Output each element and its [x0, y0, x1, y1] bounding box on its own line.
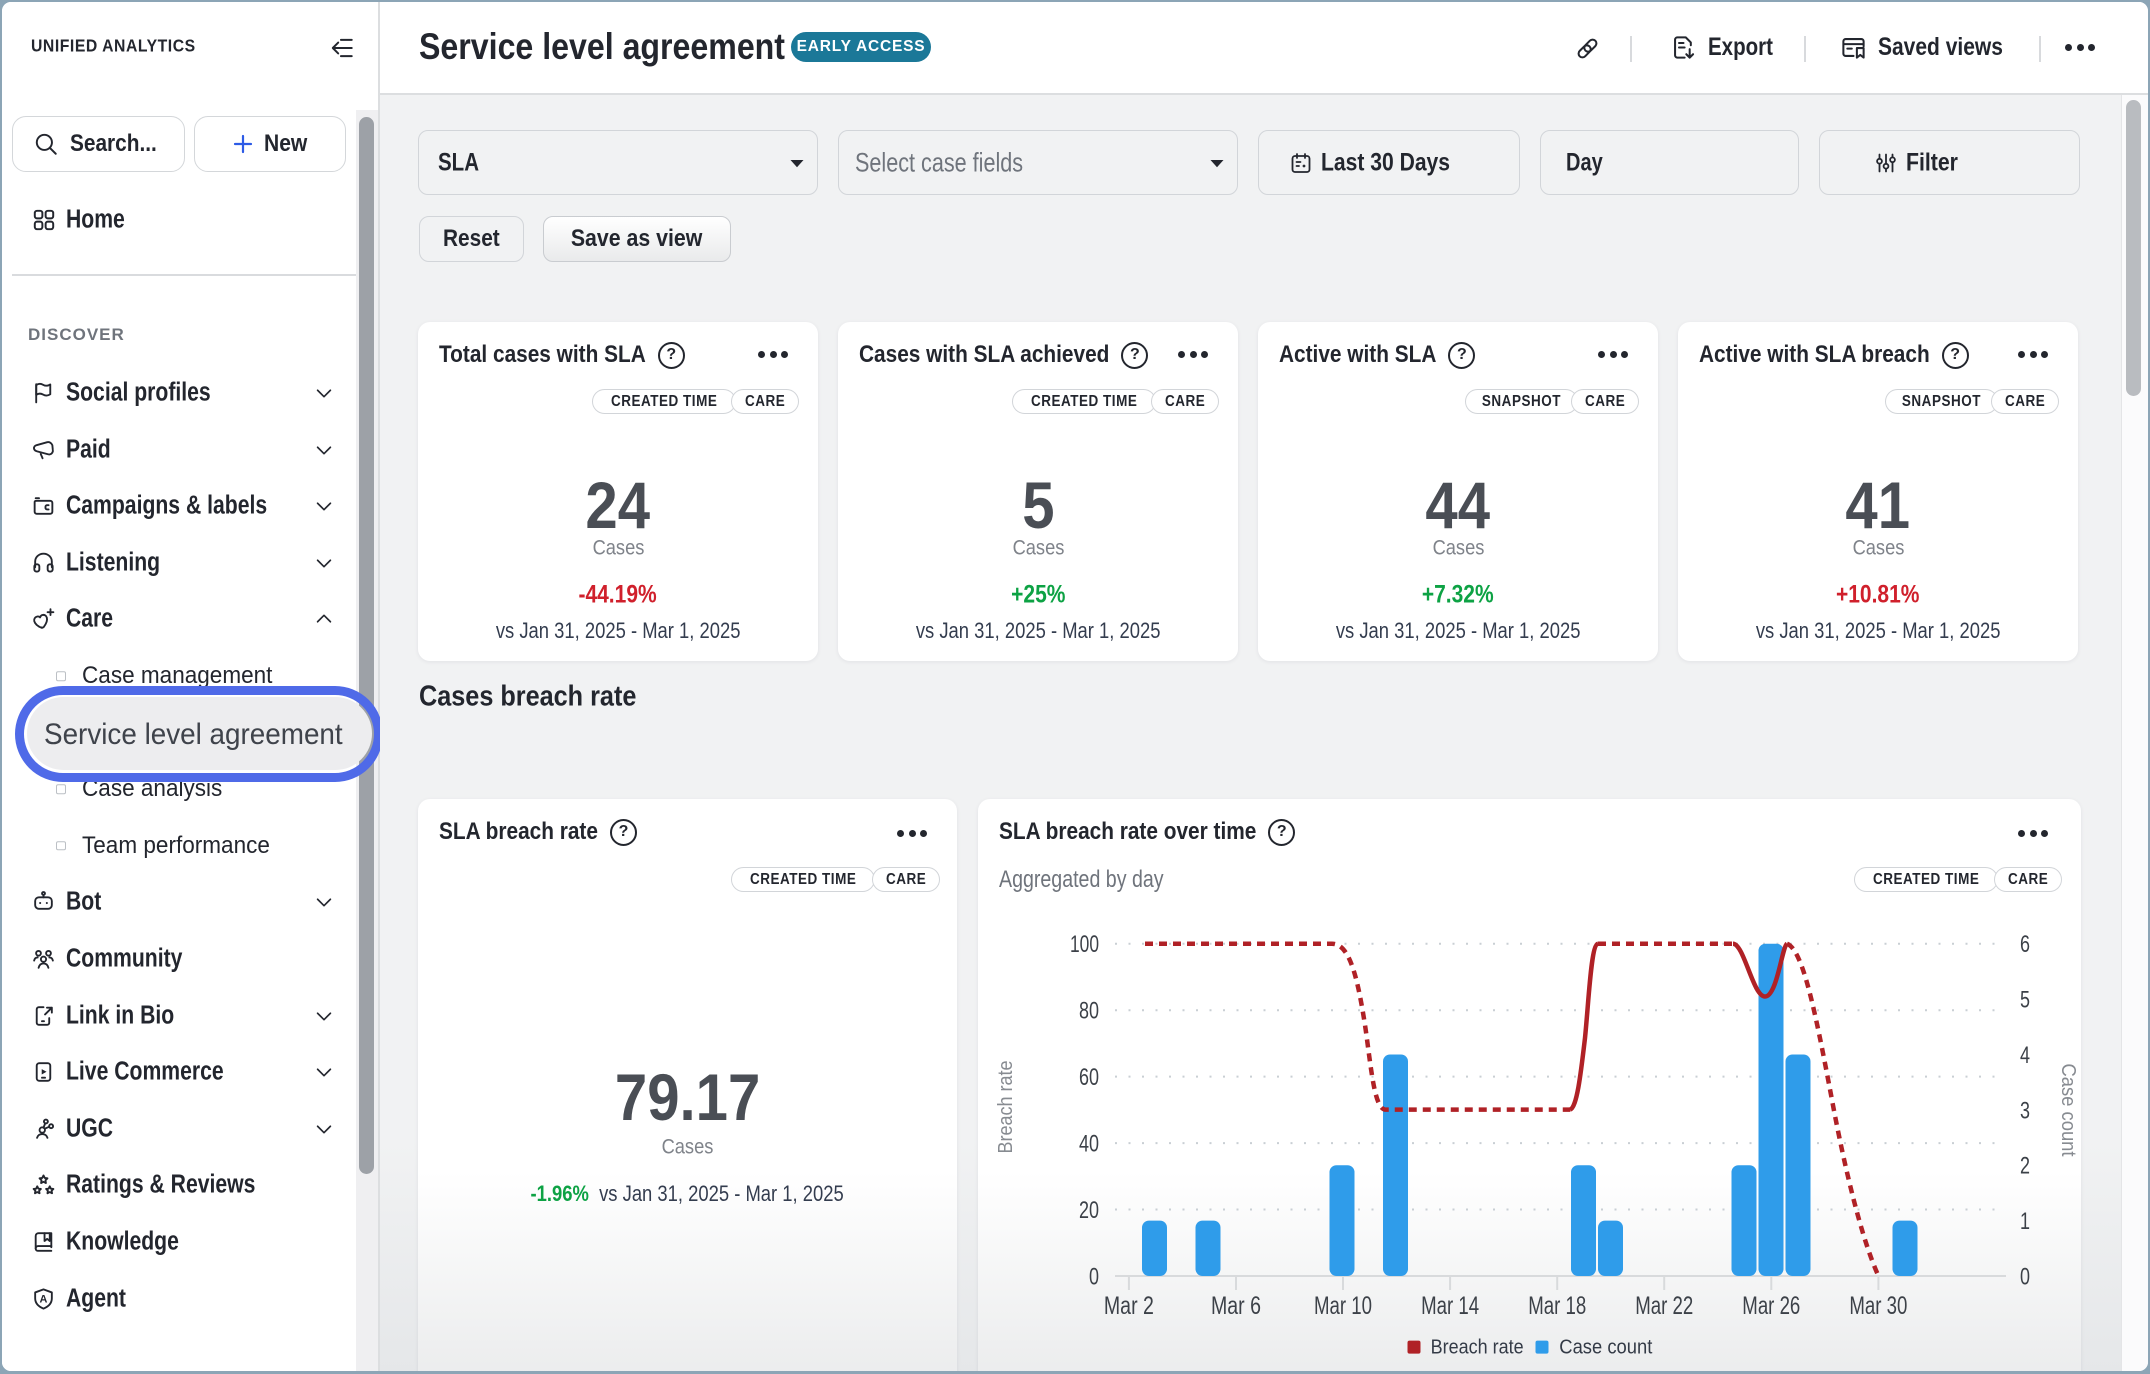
- svg-text:3: 3: [2020, 1097, 2030, 1124]
- svg-text:Mar 26: Mar 26: [1742, 1292, 1800, 1320]
- svg-text:Case count: Case count: [1559, 1336, 1652, 1359]
- svg-text:6: 6: [2020, 931, 2030, 958]
- svg-text:Mar 18: Mar 18: [1528, 1292, 1586, 1320]
- svg-text:0: 0: [1089, 1264, 1099, 1291]
- svg-text:Mar 22: Mar 22: [1635, 1292, 1693, 1320]
- svg-text:2: 2: [2020, 1153, 2030, 1180]
- svg-text:40: 40: [1079, 1131, 1099, 1158]
- svg-text:60: 60: [1079, 1064, 1099, 1091]
- svg-text:80: 80: [1079, 998, 1099, 1025]
- svg-text:5: 5: [2020, 987, 2030, 1014]
- svg-text:Mar 30: Mar 30: [1849, 1292, 1907, 1320]
- svg-text:100: 100: [1070, 931, 1099, 958]
- svg-text:Mar 10: Mar 10: [1314, 1292, 1372, 1320]
- svg-text:4: 4: [2020, 1042, 2030, 1069]
- svg-text:Mar 14: Mar 14: [1421, 1292, 1479, 1320]
- svg-text:1: 1: [2020, 1208, 2030, 1235]
- svg-text:Breach rate: Breach rate: [1431, 1336, 1524, 1359]
- svg-text:0: 0: [2020, 1264, 2030, 1291]
- svg-text:A: A: [40, 1293, 48, 1305]
- svg-text:Case count: Case count: [2057, 1064, 2080, 1157]
- svg-text:Mar 2: Mar 2: [1104, 1292, 1154, 1320]
- svg-text:Breach rate: Breach rate: [994, 1061, 1017, 1154]
- svg-text:Mar 6: Mar 6: [1211, 1292, 1261, 1320]
- svg-text:20: 20: [1079, 1197, 1099, 1224]
